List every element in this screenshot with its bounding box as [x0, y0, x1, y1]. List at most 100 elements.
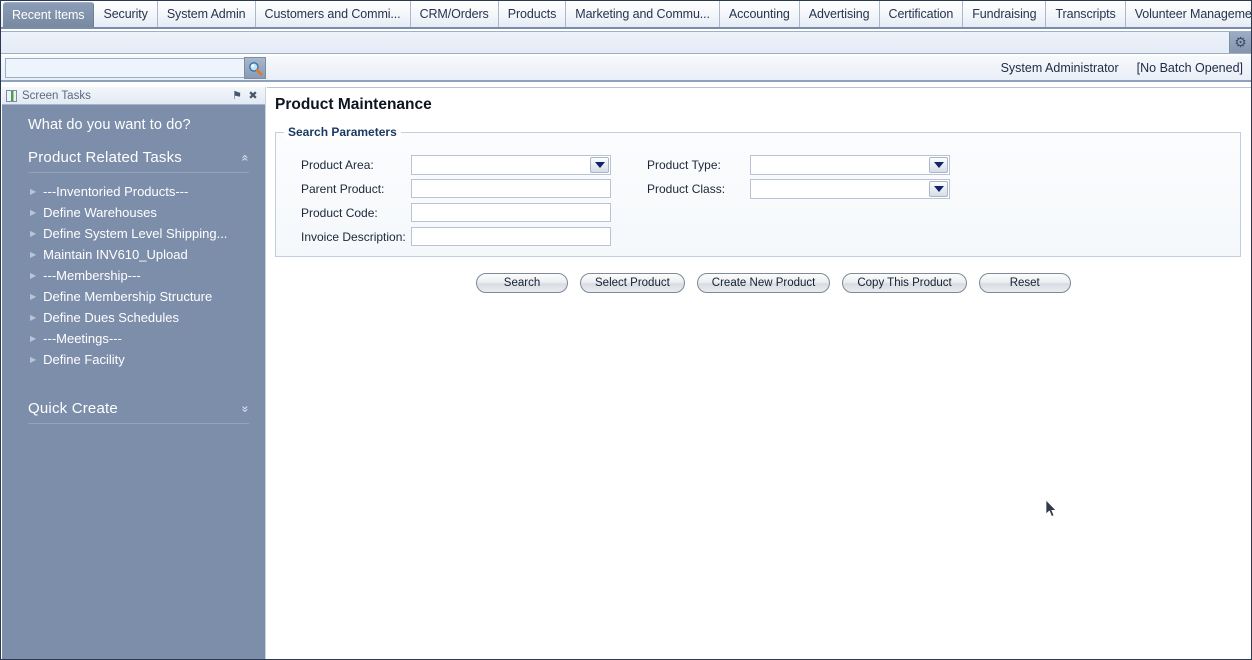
tab-label: Transcripts [1055, 7, 1116, 21]
tab-label: Marketing and Commu... [575, 7, 710, 21]
global-search-bar: System Administrator [No Batch Opened] [1, 56, 1251, 82]
product-area-select[interactable] [411, 154, 611, 175]
invoice-description-input[interactable] [411, 227, 611, 246]
panel-title-label: Screen Tasks [22, 89, 91, 102]
chevron-right-icon: ▶ [30, 334, 37, 343]
field-label: Product Class: [647, 181, 726, 196]
chevron-down-icon[interactable] [590, 156, 609, 173]
sidebar-item[interactable]: ▶ Maintain INV610_Upload [2, 244, 265, 265]
tab-crm-orders[interactable]: CRM/Orders [411, 1, 499, 27]
tab-label: Security [103, 7, 148, 21]
status-area: System Administrator [No Batch Opened] [1001, 61, 1251, 75]
fieldset-legend: Search Parameters [284, 125, 401, 139]
tab-volunteer-management[interactable]: Volunteer Management [1126, 1, 1251, 27]
chevron-down-icon[interactable] [929, 180, 948, 197]
sidebar-section-label: Product Related Tasks [28, 149, 183, 166]
sidebar-section: Quick Create » [2, 400, 265, 424]
tab-label: Customers and Commi... [264, 7, 401, 21]
product-code-input[interactable] [411, 203, 611, 222]
tab-label: System Admin [166, 7, 246, 21]
tab-security[interactable]: Security [94, 1, 158, 27]
tab-label: CRM/Orders [419, 7, 489, 21]
search-parameters-fieldset: Search Parameters Product Area: Parent Pr… [275, 125, 1241, 257]
sidebar-item[interactable]: ▶ ---Membership--- [2, 265, 265, 286]
tab-certification[interactable]: Certification [880, 1, 964, 27]
tab-label: Certification [888, 7, 954, 21]
tab-accounting[interactable]: Accounting [720, 1, 800, 27]
field-label: Product Type: [647, 157, 721, 172]
tab-marketing-and-commu[interactable]: Marketing and Commu... [566, 1, 720, 27]
field-label: Product Code: [301, 205, 378, 220]
close-icon[interactable]: ✖ [245, 89, 261, 102]
sidebar-item[interactable]: ▶ Define Facility [2, 349, 265, 370]
tab-fundraising[interactable]: Fundraising [963, 1, 1047, 27]
parent-product-input[interactable] [411, 179, 611, 198]
search-icon[interactable] [244, 57, 266, 79]
chevron-right-icon: ▶ [30, 313, 37, 322]
tab-products[interactable]: Products [499, 1, 567, 27]
field-label: Product Area: [301, 157, 374, 172]
field-label: Parent Product: [301, 181, 385, 196]
chevron-right-icon: ▶ [30, 250, 37, 259]
toolbar-strip: ⚙ [1, 31, 1251, 54]
sidebar-item-label: Maintain INV610_Upload [43, 247, 188, 262]
copy-this-product-button[interactable]: Copy This Product [842, 273, 967, 293]
sidebar-item[interactable]: ▶ Define Warehouses [2, 202, 265, 223]
tab-transcripts[interactable]: Transcripts [1046, 1, 1126, 27]
sidebar-section-header-product-related-tasks[interactable]: Product Related Tasks « [2, 149, 265, 166]
sidebar-item-label: Define Dues Schedules [43, 310, 180, 325]
product-type-select[interactable] [750, 154, 950, 175]
form-row: Product Area: [301, 154, 611, 175]
gear-icon[interactable]: ⚙ [1229, 32, 1251, 53]
field-label: Invoice Description: [301, 229, 406, 244]
action-button-row: Search Select Product Create New Product Co… [267, 257, 1251, 293]
form-row: Parent Product: [301, 179, 611, 198]
tab-label: Accounting [728, 7, 790, 21]
create-new-product-button[interactable]: Create New Product [696, 273, 831, 293]
tab-label: Advertising [808, 7, 870, 21]
page-title: Product Maintenance [275, 96, 432, 113]
tab-advertising[interactable]: Advertising [800, 1, 880, 27]
mouse-cursor [1046, 500, 1057, 517]
button-label: Reset [1009, 277, 1040, 289]
form-row: Product Code: [301, 203, 611, 222]
tab-recent-items[interactable]: Recent Items [3, 2, 95, 27]
sidebar-item[interactable]: ▶ ---Meetings--- [2, 328, 265, 349]
chevron-up-icon[interactable]: « [239, 154, 253, 161]
main-content: Product Maintenance Search Parameters Pr… [267, 87, 1251, 659]
sidebar-item-label: ---Meetings--- [43, 331, 122, 346]
reset-button[interactable]: Reset [978, 273, 1071, 293]
sidebar-item-label: Define Membership Structure [43, 289, 213, 304]
tab-customers-and-commi[interactable]: Customers and Commi... [256, 1, 411, 27]
form-row: Product Class: [647, 178, 950, 199]
sidebar-section-header-quick-create[interactable]: Quick Create » [2, 400, 265, 417]
chevron-right-icon: ▶ [30, 292, 37, 301]
sidebar-item[interactable]: ▶ ---Inventoried Products--- [2, 181, 265, 202]
panel-icon [6, 89, 17, 102]
form-column-left: Product Area: Parent Product: Product Code… [301, 154, 611, 246]
select-product-button[interactable]: Select Product [580, 273, 685, 293]
panel-title-bar: Screen Tasks ⚑ ✖ [2, 87, 265, 105]
current-user-label: System Administrator [1000, 61, 1119, 75]
search-input[interactable] [5, 58, 245, 78]
chevron-right-icon: ▶ [30, 208, 37, 217]
batch-status-label: [No Batch Opened] [1136, 61, 1243, 75]
chevron-down-icon[interactable]: » [239, 405, 253, 412]
search-button[interactable]: Search [476, 273, 568, 293]
sidebar-item[interactable]: ▶ Define Membership Structure [2, 286, 265, 307]
sidebar-item-label: Define Facility [43, 352, 125, 367]
chevron-right-icon: ▶ [30, 187, 37, 196]
chevron-down-icon[interactable] [929, 156, 948, 173]
sidebar-prompt: What do you want to do? [28, 117, 191, 133]
tab-system-admin[interactable]: System Admin [158, 1, 256, 27]
sidebar-item[interactable]: ▶ Define System Level Shipping... [2, 223, 265, 244]
sidebar-task-list: ▶ ---Inventoried Products--- ▶ Define Wareh… [2, 181, 265, 370]
pin-icon[interactable]: ⚑ [229, 89, 245, 102]
chevron-right-icon: ▶ [30, 355, 37, 364]
search-form: Product Area: Parent Product: Product Code… [276, 133, 1240, 246]
sidebar-item[interactable]: ▶ Define Dues Schedules [2, 307, 265, 328]
product-class-select[interactable] [750, 178, 950, 199]
sidebar-item-label: Define System Level Shipping... [43, 226, 228, 241]
form-row: Invoice Description: [301, 227, 611, 246]
button-label: Create New Product [711, 277, 816, 289]
